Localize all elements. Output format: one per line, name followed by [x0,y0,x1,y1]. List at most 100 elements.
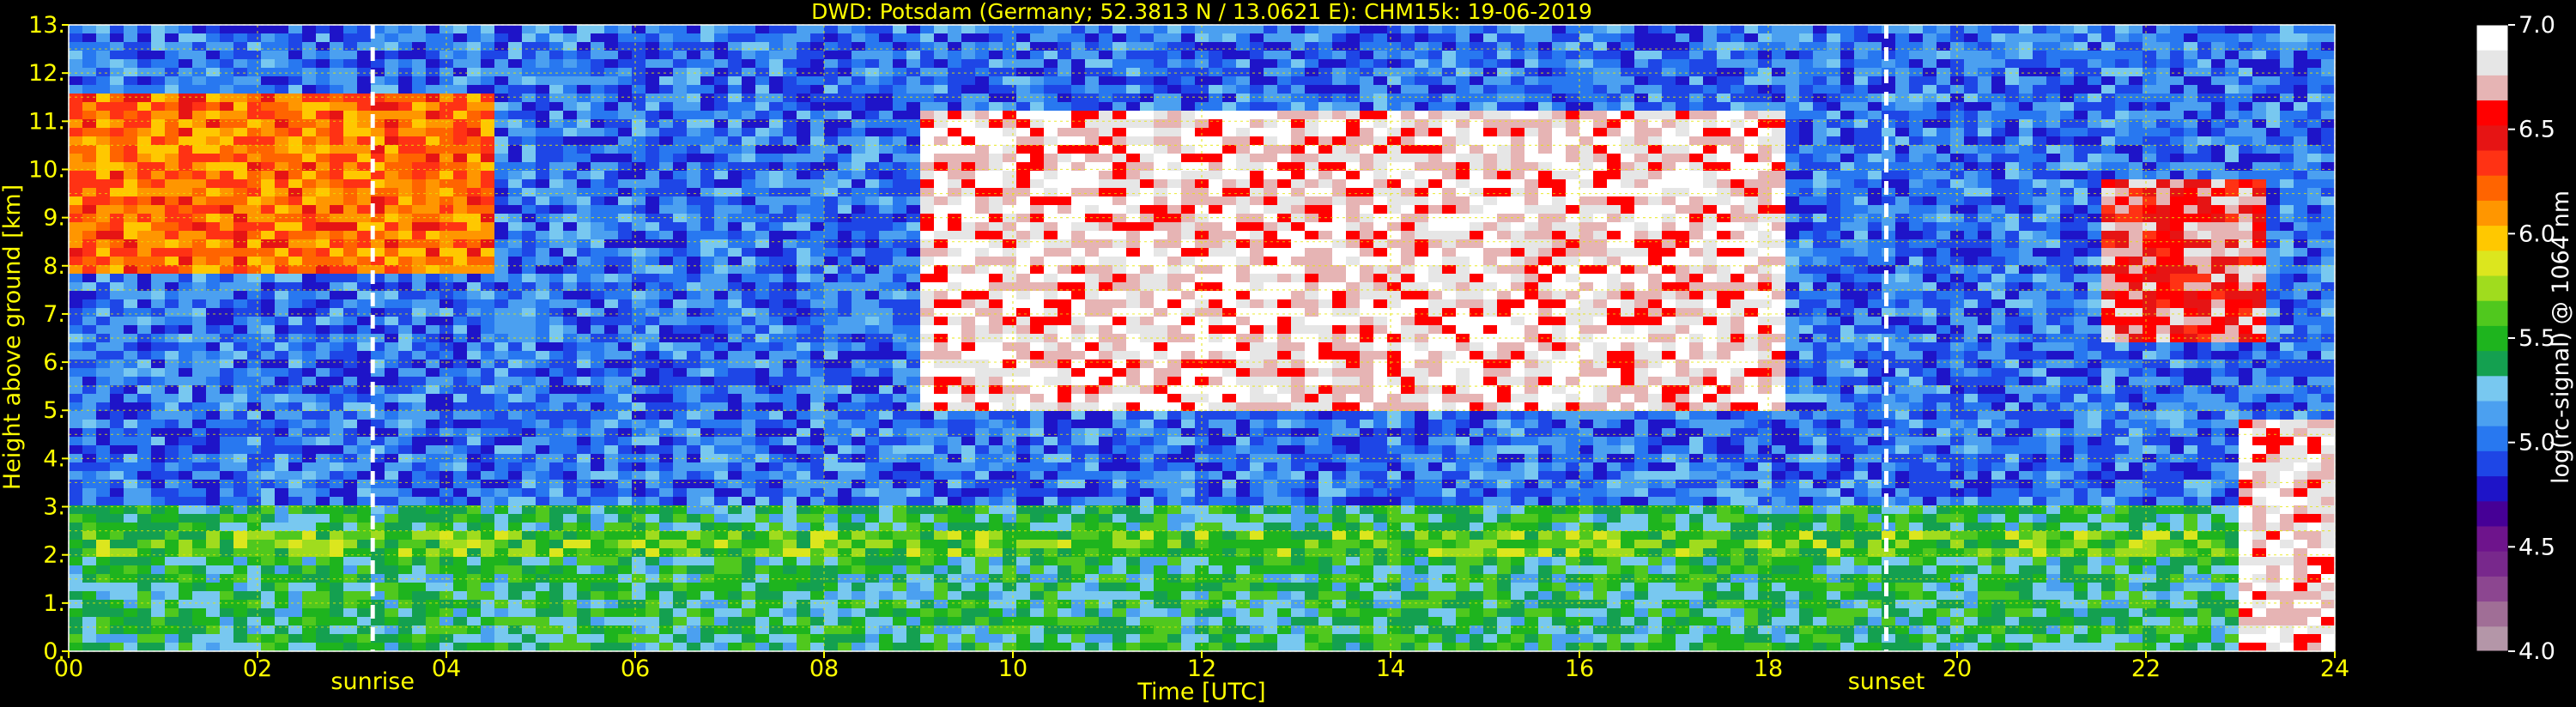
signal-cell [975,437,989,445]
signal-cell [920,488,934,497]
signal-cell [975,33,989,42]
signal-cell [481,59,494,68]
signal-cell [412,445,426,454]
signal-cell [755,531,769,540]
signal-cell [316,196,330,205]
signal-cell [261,248,275,257]
signal-cell [563,59,577,68]
signal-cell [906,299,920,308]
signal-cell [467,634,481,643]
signal-cell [769,634,783,643]
signal-cell [687,25,700,33]
signal-cell [302,51,316,59]
signal-cell [879,583,893,591]
signal-cell [838,119,852,128]
signal-cell [824,342,838,351]
signal-cell [632,394,646,402]
signal-cell [412,171,426,179]
signal-cell [110,548,124,557]
signal-cell [179,299,192,308]
signal-cell [783,128,797,136]
signal-cell [673,600,687,608]
signal-cell [838,411,852,420]
signal-cell [385,136,398,145]
signal-cell [412,514,426,523]
signal-cell [934,171,948,179]
signal-cell [618,488,632,497]
signal-cell [920,565,934,574]
signal-cell [536,480,549,488]
signal-cell [82,188,96,196]
signal-cell [687,368,700,377]
signal-cell [233,188,247,196]
signal-cell [110,608,124,617]
signal-cell [137,342,151,351]
signal-cell [137,600,151,608]
signal-cell [906,188,920,196]
signal-cell [247,205,261,214]
signal-cell [82,428,96,437]
signal-cell [137,531,151,540]
signal-cell [742,179,755,188]
signal-cell [838,360,852,368]
signal-cell [591,480,604,488]
signal-cell [261,411,275,420]
signal-cell [536,171,549,179]
signal-cell [302,257,316,265]
signal-cell [179,608,192,617]
signal-cell [316,136,330,145]
signal-cell [302,136,316,145]
signal-cell [343,231,357,239]
signal-cell [302,360,316,368]
signal-cell [879,325,893,334]
signal-cell [412,351,426,360]
signal-cell [467,299,481,308]
signal-cell [865,188,879,196]
signal-cell [385,291,398,299]
signal-cell [852,617,865,625]
signal-cell [330,480,343,488]
signal-cell [948,514,961,523]
signal-cell [110,154,124,162]
signal-cell [755,394,769,402]
signal-cell [316,643,330,651]
signal-cell [398,85,412,94]
signal-cell [426,317,439,325]
signal-cell [247,342,261,351]
signal-cell [783,299,797,308]
signal-cell [206,342,220,351]
signal-cell [755,94,769,102]
signal-cell [261,471,275,480]
signal-cell [275,634,288,643]
signal-cell [934,145,948,154]
signal-cell [508,497,522,505]
signal-cell [357,274,371,282]
signal-cell [316,548,330,557]
signal-cell [275,299,288,308]
signal-cell [220,188,233,196]
signal-cell [961,540,975,548]
signal-cell [151,145,165,154]
signal-cell [1003,231,1016,239]
signal-cell [494,239,508,248]
signal-cell [220,497,233,505]
signal-cell [646,248,659,257]
signal-cell [879,248,893,257]
signal-cell [865,248,879,257]
signal-cell [920,299,934,308]
signal-cell [838,514,852,523]
signal-cell [659,171,673,179]
signal-cell [233,394,247,402]
signal-cell [261,428,275,437]
signal-cell [659,368,673,377]
signal-cell [687,196,700,205]
signal-cell [137,557,151,565]
signal-cell [920,265,934,274]
signal-cell [659,196,673,205]
signal-cell [96,162,110,171]
signal-cell [646,51,659,59]
signal-cell [220,394,233,402]
signal-cell [577,257,591,265]
signal-cell [330,231,343,239]
signal-cell [934,437,948,445]
